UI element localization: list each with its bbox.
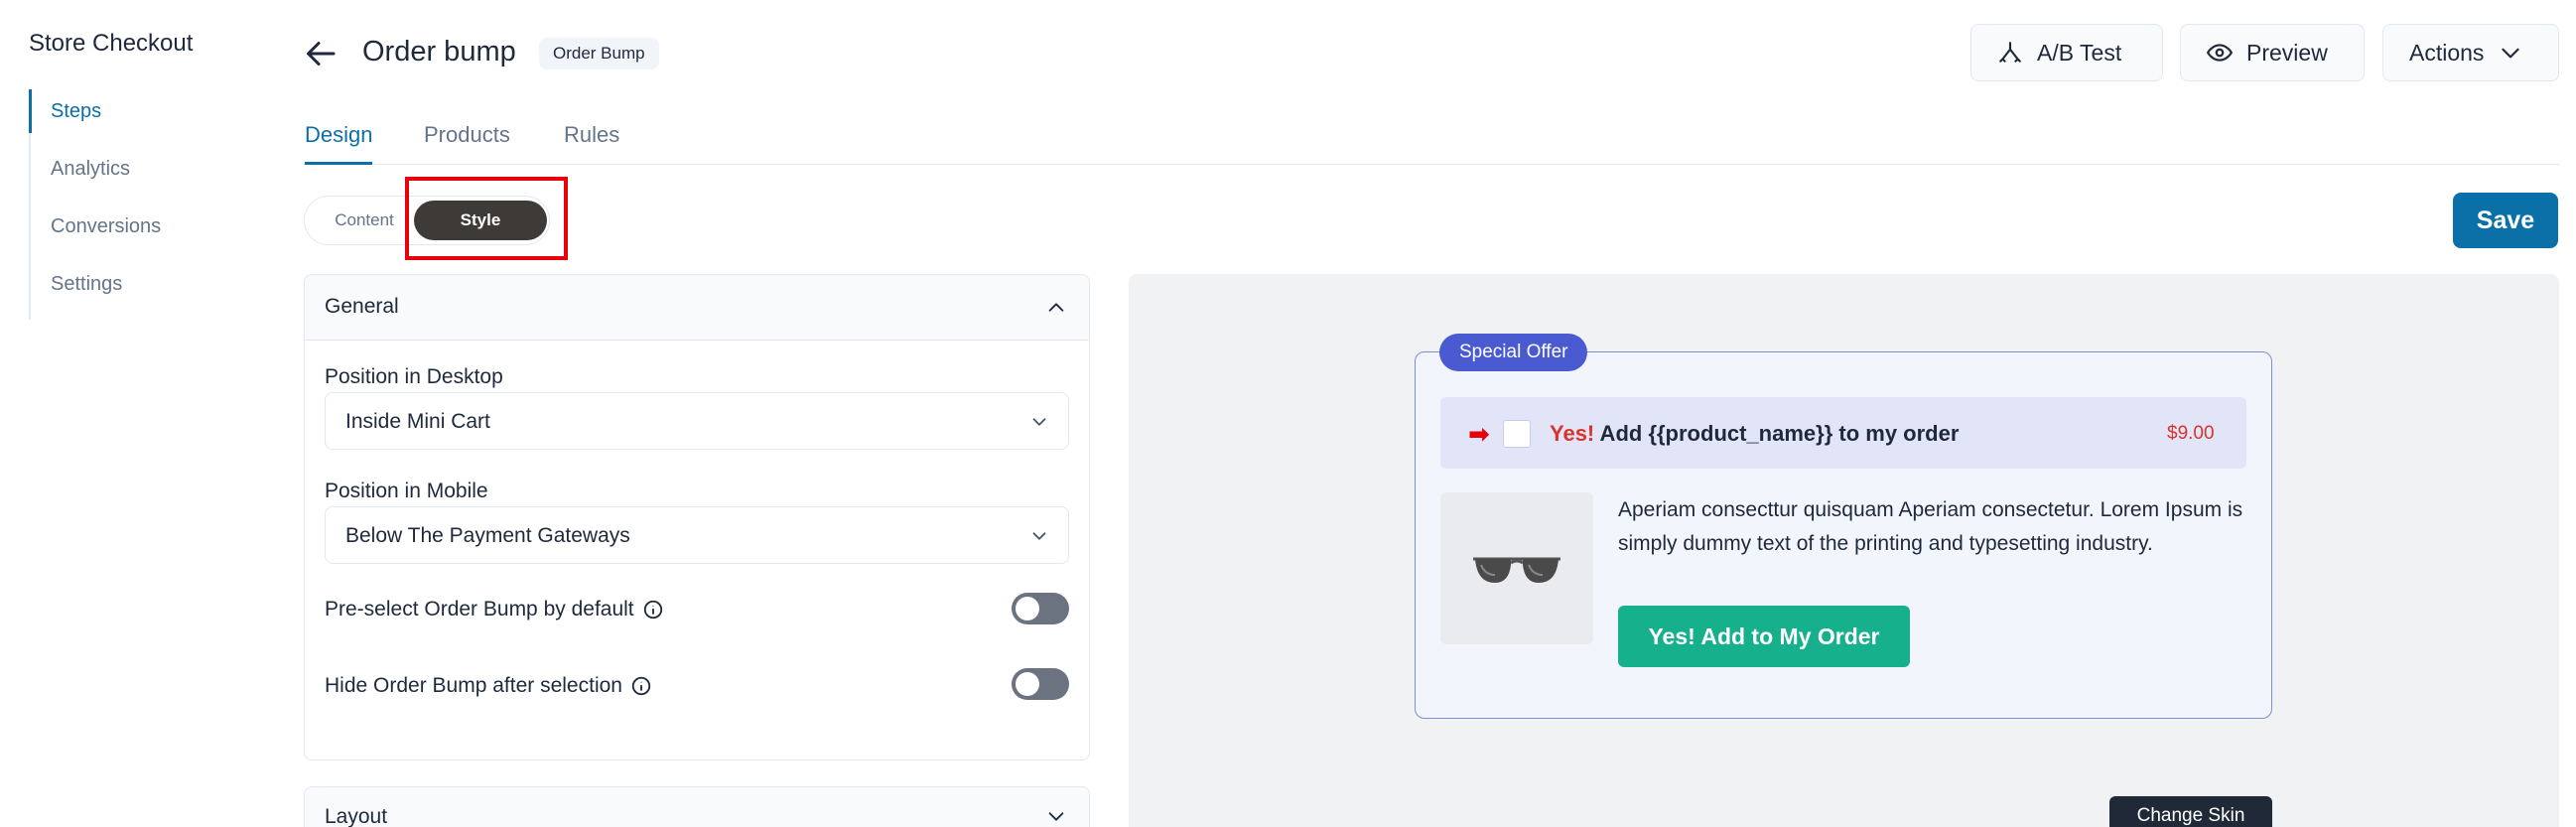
chevron-up-icon [1048, 303, 1064, 312]
segment-style[interactable]: Style [414, 201, 547, 240]
general-panel: General Position in Desktop Inside Mini … [304, 274, 1090, 760]
product-description: Aperiam consecttur quisquam Aperiam cons… [1618, 498, 2243, 555]
change-skin-button[interactable]: Change Skin [2109, 796, 2272, 827]
layout-panel[interactable]: Layout [304, 786, 1090, 827]
offer-headline-text: Add {{product_name}} to my order [1594, 421, 1960, 446]
tab-rules[interactable]: Rules [564, 122, 619, 165]
preselect-row: Pre-select Order Bump by default [325, 598, 664, 621]
step-type-badge: Order Bump [539, 38, 659, 69]
special-offer-badge: Special Offer [1439, 334, 1588, 371]
actions-dropdown[interactable]: Actions [2382, 24, 2559, 81]
offer-checkbox[interactable] [1503, 420, 1531, 448]
chevron-down-icon [2502, 48, 2520, 59]
layout-panel-title: Layout [325, 805, 388, 827]
position-mobile-label: Position in Mobile [325, 480, 488, 502]
preselect-toggle[interactable] [1012, 593, 1069, 624]
app-title: Store Checkout [29, 30, 194, 57]
position-desktop-select[interactable]: Inside Mini Cart [325, 392, 1069, 450]
segment-content[interactable]: Content [309, 201, 420, 240]
save-button[interactable]: Save [2453, 193, 2558, 248]
preselect-label: Pre-select Order Bump by default [325, 598, 634, 620]
info-icon[interactable] [642, 599, 664, 620]
position-mobile-select[interactable]: Below The Payment Gateways [325, 506, 1069, 564]
offer-headline: Yes! Add {{product_name}} to my order [1550, 421, 1959, 447]
product-image [1440, 492, 1593, 644]
sidebar-nav: Steps Analytics Conversions Settings [28, 89, 161, 320]
sidebar-item-steps[interactable]: Steps [28, 89, 161, 147]
position-desktop-value: Inside Mini Cart [345, 410, 490, 433]
tab-design[interactable]: Design [305, 122, 373, 165]
preview-label: Preview [2246, 39, 2328, 66]
sidebar-item-settings[interactable]: Settings [31, 262, 161, 320]
sunglasses-icon [1473, 557, 1560, 583]
back-arrow-icon[interactable] [304, 36, 339, 71]
general-panel-header[interactable]: General [305, 275, 1089, 341]
chevron-down-icon [1048, 812, 1064, 821]
position-desktop-label: Position in Desktop [325, 365, 503, 388]
eye-icon [2207, 44, 2233, 62]
chevron-down-icon [1032, 418, 1046, 426]
sidebar: Store Checkout Steps Analytics Conversio… [0, 0, 248, 827]
sidebar-item-analytics[interactable]: Analytics [31, 147, 161, 205]
split-icon [1999, 42, 2021, 63]
actions-label: Actions [2409, 39, 2485, 66]
hide-after-selection-label: Hide Order Bump after selection [325, 674, 622, 697]
offer-price: $9.00 [2167, 423, 2215, 444]
ab-test-label: A/B Test [2037, 39, 2122, 66]
general-panel-title: General [325, 295, 399, 318]
sidebar-item-conversions[interactable]: Conversions [31, 205, 161, 262]
hide-after-selection-toggle[interactable] [1012, 668, 1069, 700]
add-to-order-button[interactable]: Yes! Add to My Order [1618, 606, 1910, 667]
preview-button[interactable]: Preview [2180, 24, 2365, 81]
arrow-right-icon: ➡ [1468, 419, 1490, 449]
content-style-switch: Content Style [304, 196, 550, 245]
chevron-down-icon [1032, 532, 1046, 540]
info-icon[interactable] [630, 675, 652, 697]
step-tabs: Design Products Rules [304, 119, 2559, 165]
ab-test-button[interactable]: A/B Test [1970, 24, 2163, 81]
position-mobile-value: Below The Payment Gateways [345, 524, 630, 547]
hide-after-selection-row: Hide Order Bump after selection [325, 674, 652, 698]
tab-products[interactable]: Products [424, 122, 510, 165]
page-title: Order bump [362, 36, 516, 68]
offer-headline-yes: Yes! [1550, 421, 1595, 446]
